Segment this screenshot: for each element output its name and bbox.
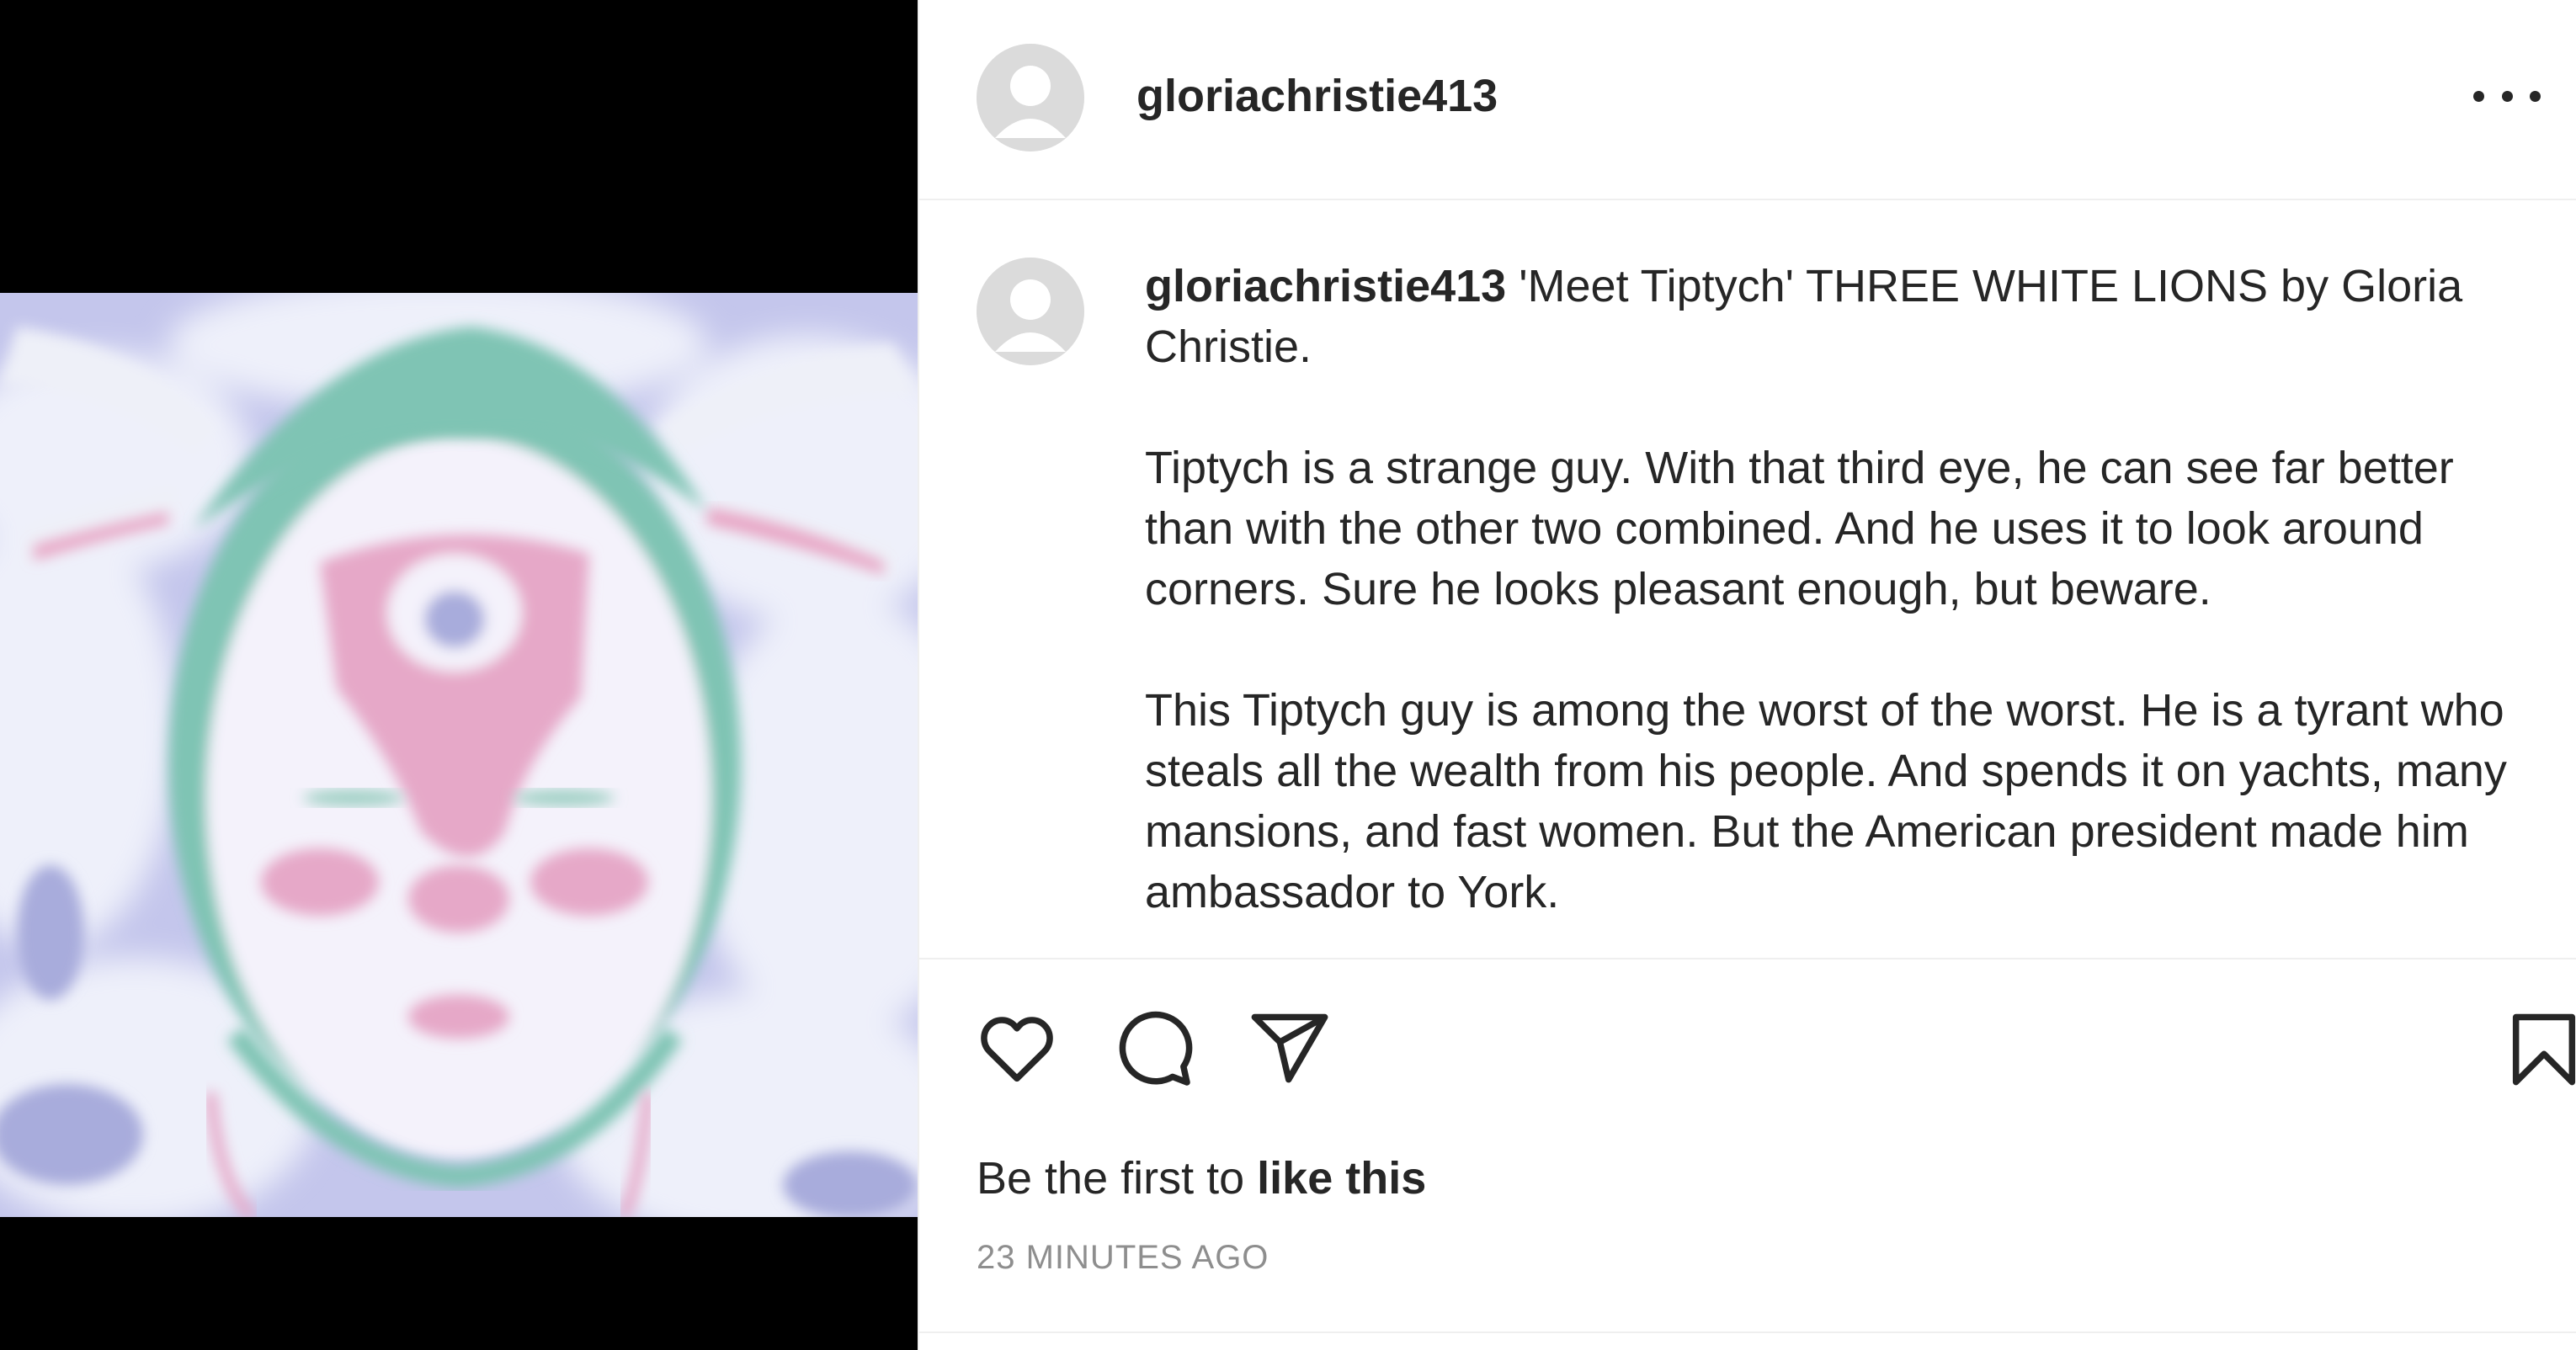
likes-prefix: Be the first to [977, 1153, 1258, 1204]
likes-summary: Be the first to like this [977, 1148, 1426, 1209]
send-icon[interactable] [1248, 1007, 1332, 1091]
default-avatar-icon [977, 258, 1084, 365]
post-media[interactable] [0, 0, 918, 1350]
post-image[interactable] [0, 293, 918, 1217]
caption-author-avatar[interactable] [977, 258, 1084, 365]
more-horizontal-icon [2473, 90, 2484, 102]
author-avatar[interactable] [977, 44, 1084, 151]
heart-icon[interactable] [975, 1007, 1059, 1091]
post-details-panel: gloriachristie413 gloriachristie413 'Mee… [918, 0, 2576, 1350]
post-image-artwork [0, 293, 918, 1217]
caption-username[interactable]: gloriachristie413 [1145, 261, 1506, 311]
post-timestamp[interactable]: 23 MINUTES AGO [977, 1236, 1269, 1279]
caption-body: 'Meet Tiptych' THREE WHITE LIONS by Glor… [1145, 261, 2507, 917]
bookmark-icon[interactable] [2502, 1007, 2576, 1091]
caption-section[interactable]: gloriachristie413 'Meet Tiptych' THREE W… [919, 200, 2576, 959]
divider [919, 1331, 2576, 1333]
post-header: gloriachristie413 [919, 0, 2576, 200]
more-dot [2530, 90, 2541, 102]
author-username[interactable]: gloriachristie413 [1136, 71, 1498, 121]
caption-text: gloriachristie413 'Meet Tiptych' THREE W… [1145, 256, 2525, 922]
default-avatar-icon [977, 44, 1084, 151]
like-this-link[interactable]: like this [1257, 1153, 1426, 1204]
post-actions [919, 959, 2576, 1128]
comment-icon[interactable] [1111, 1007, 1195, 1091]
more-options-button[interactable] [2473, 71, 2541, 121]
more-dot [2501, 90, 2513, 102]
